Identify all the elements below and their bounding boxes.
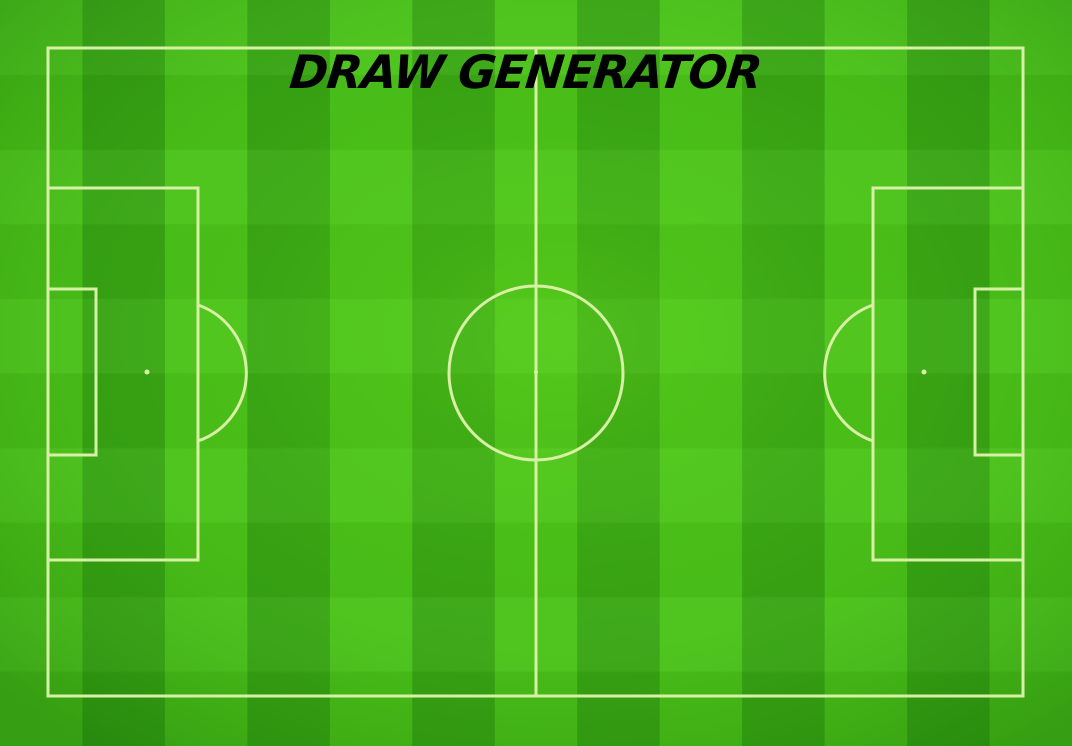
left-penalty-spot (144, 369, 150, 375)
page-title: DRAW GENERATOR (287, 45, 764, 99)
pitch-graphic (0, 0, 1072, 746)
right-penalty-spot (921, 369, 927, 375)
center-spot (534, 370, 538, 374)
football-pitch: DRAW GENERATOR (0, 0, 1072, 746)
